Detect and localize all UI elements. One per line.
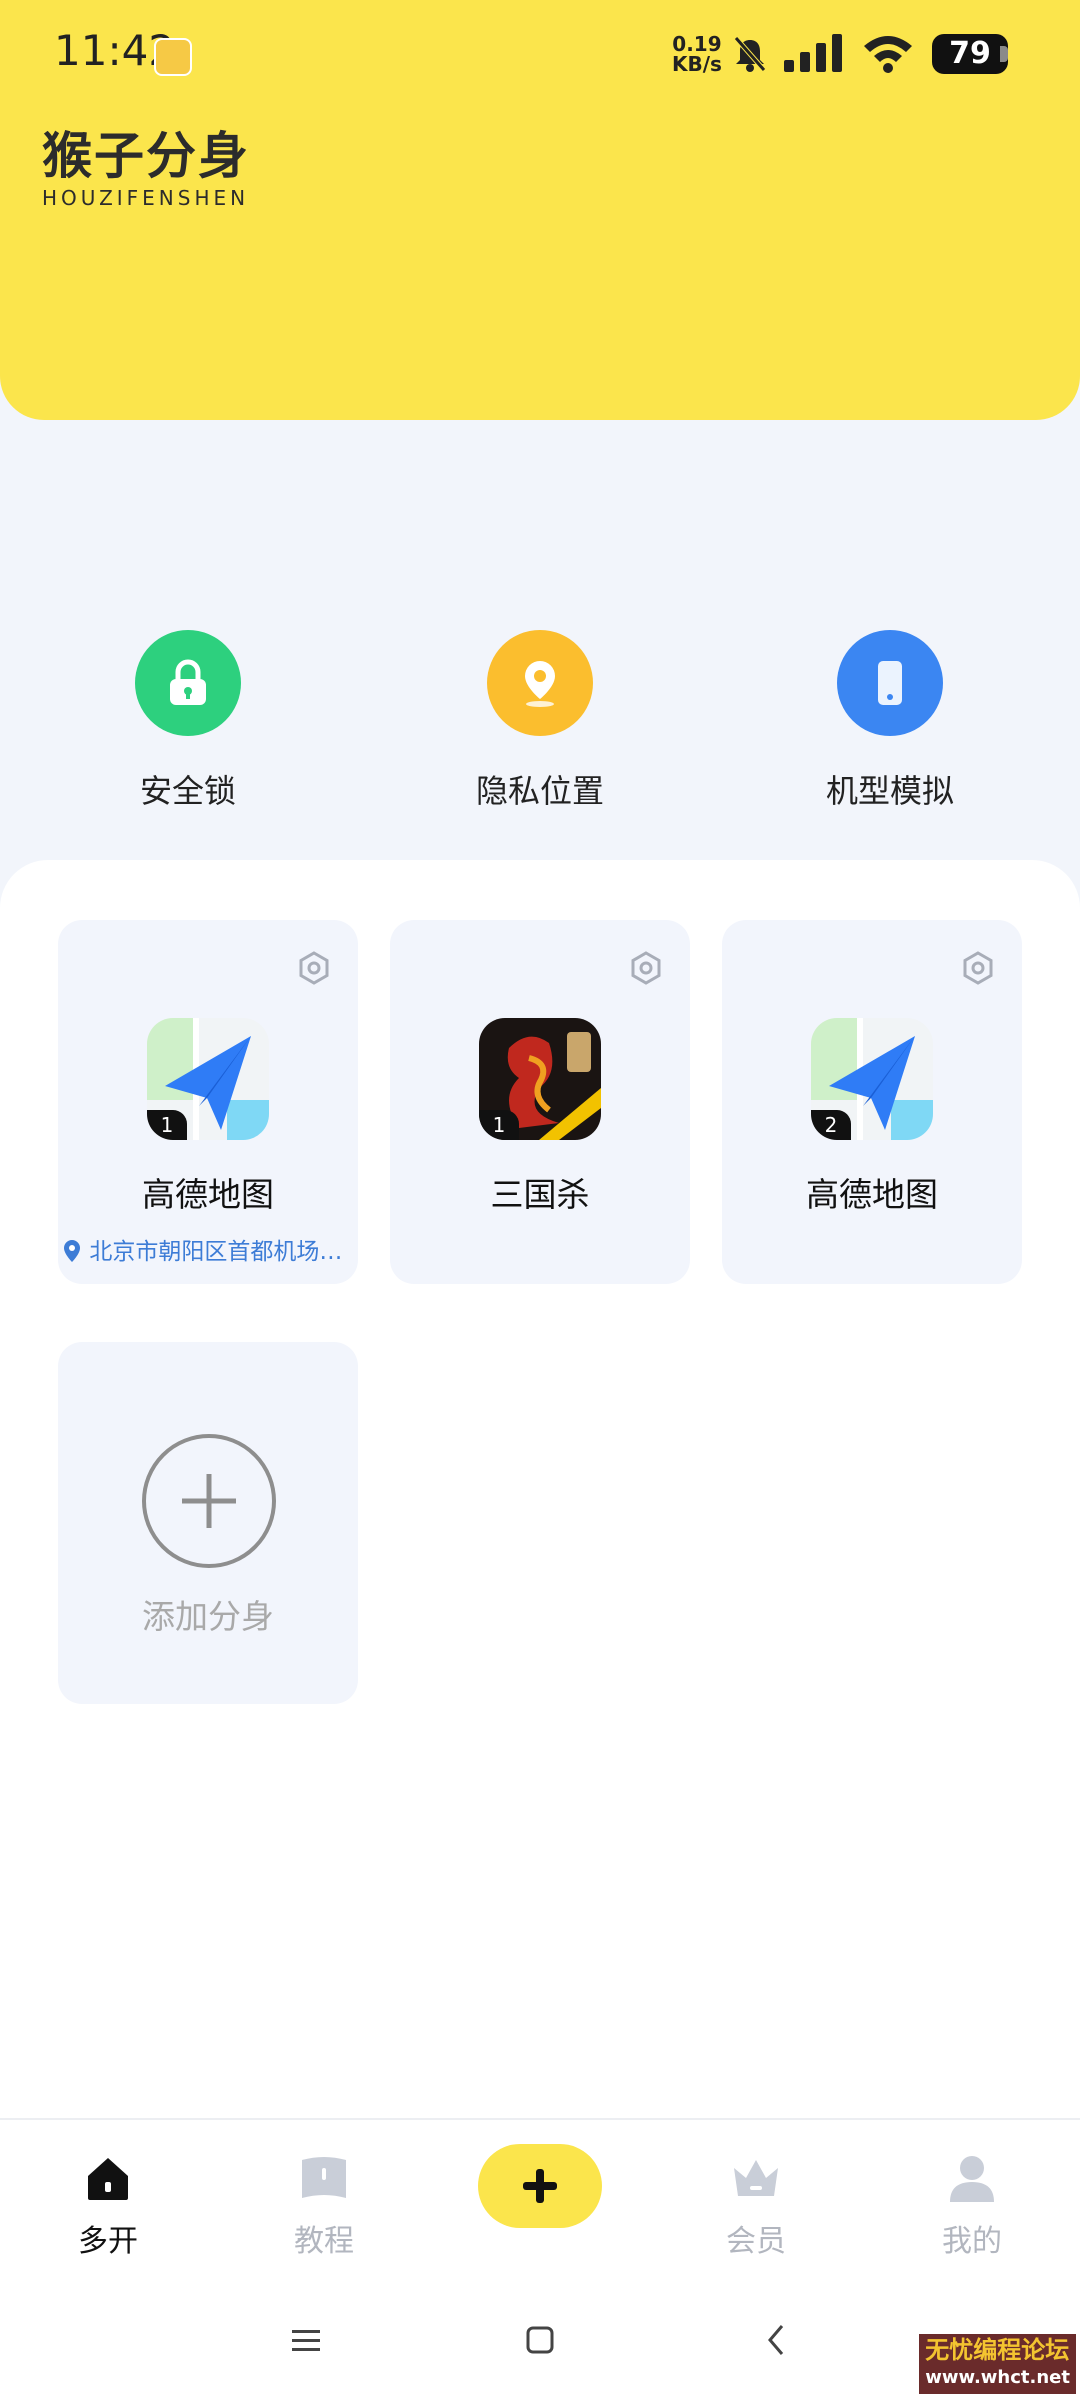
clone-number-badge: 1 [147, 1110, 187, 1140]
battery-tip [1000, 46, 1008, 62]
app-card-sanguosha-1[interactable]: 1 三国杀 [390, 920, 690, 1284]
app-card-amap-1[interactable]: 1 高德地图 北京市朝阳区首都机场… [58, 920, 358, 1284]
logo-title: 猴子分身 [42, 127, 250, 185]
add-clone-label: 添加分身 [142, 1597, 274, 1636]
amap-icon: 1 [147, 1018, 269, 1140]
phone-icon [837, 630, 943, 736]
home-square-icon[interactable] [524, 2320, 556, 2360]
person-icon [950, 2156, 994, 2202]
location-pin-icon [64, 1240, 80, 1262]
settings-icon[interactable] [296, 950, 332, 986]
nav-tutorial[interactable]: 教程 [244, 2152, 404, 2260]
nav-label: 教程 [294, 2224, 354, 2259]
app-location: 北京市朝阳区首都机场… [62, 1232, 358, 1266]
signal-icon [784, 34, 842, 72]
site-watermark: 无忧编程论坛 www.whct.net [919, 2334, 1076, 2394]
app-card-amap-2[interactable]: 2 高德地图 [722, 920, 1022, 1284]
feature-security-lock[interactable]: 安全锁 [58, 630, 318, 812]
watermark-url: www.whct.net [925, 2367, 1070, 2388]
nav-label: 会员 [726, 2224, 786, 2259]
menu-icon[interactable] [290, 2320, 322, 2360]
back-icon[interactable] [760, 2320, 792, 2360]
home-icon [88, 2158, 128, 2200]
feature-privacy-location[interactable]: 隐私位置 [410, 630, 670, 812]
feature-row: 安全锁 隐私位置 机型模拟 [0, 630, 1080, 830]
feature-label: 机型模拟 [825, 772, 954, 810]
nav-profile[interactable]: 我的 [892, 2152, 1052, 2260]
nav-membership[interactable]: 会员 [676, 2152, 836, 2260]
logo-subtitle: HOUZIFENSHEN [42, 186, 250, 210]
settings-icon[interactable] [960, 950, 996, 986]
app-name: 高德地图 [806, 1175, 938, 1214]
feature-label: 隐私位置 [475, 772, 604, 810]
plus-icon [523, 2169, 557, 2203]
app-name: 三国杀 [490, 1175, 590, 1214]
sanguosha-icon: 1 [479, 1018, 601, 1140]
center-add-button[interactable] [478, 2144, 602, 2228]
book-icon [302, 2157, 346, 2198]
app-logo: 猴子分身 HOUZIFENSHEN [42, 128, 250, 210]
status-bar: 11:42 0.19 KB/s 79 [0, 0, 1080, 110]
lock-icon [135, 630, 241, 736]
crown-icon [734, 2160, 778, 2196]
app-notification-icon [154, 38, 192, 76]
system-nav-bar: 无忧编程论坛 www.whct.net [0, 2290, 1080, 2400]
add-icon [142, 1434, 276, 1568]
mute-bell-icon [734, 36, 766, 72]
bottom-nav: 多开 教程 会员 我的 [0, 2118, 1080, 2290]
location-text: 北京市朝阳区首都机场… [89, 1239, 343, 1265]
watermark-text: 无忧编程论坛 [925, 2336, 1070, 2364]
header: 11:42 0.19 KB/s 79 猴子分身 HOUZIFENSHEN [0, 0, 1080, 420]
clone-number-badge: 1 [479, 1110, 519, 1140]
feature-label: 安全锁 [139, 772, 236, 810]
nav-label: 我的 [942, 2224, 1002, 2259]
add-clone-card[interactable]: 添加分身 [58, 1342, 358, 1704]
location-pin-icon [487, 630, 593, 736]
battery-indicator: 79 [932, 34, 1008, 74]
settings-icon[interactable] [628, 950, 664, 986]
wifi-icon [864, 36, 912, 73]
nav-label: 多开 [78, 2224, 138, 2259]
clone-number-badge: 2 [811, 1110, 851, 1140]
amap-icon: 2 [811, 1018, 933, 1140]
app-name: 高德地图 [142, 1175, 274, 1214]
feature-device-simulation[interactable]: 机型模拟 [760, 630, 1020, 812]
nav-multi-open[interactable]: 多开 [28, 2152, 188, 2260]
network-speed: 0.19 KB/s [672, 32, 722, 76]
